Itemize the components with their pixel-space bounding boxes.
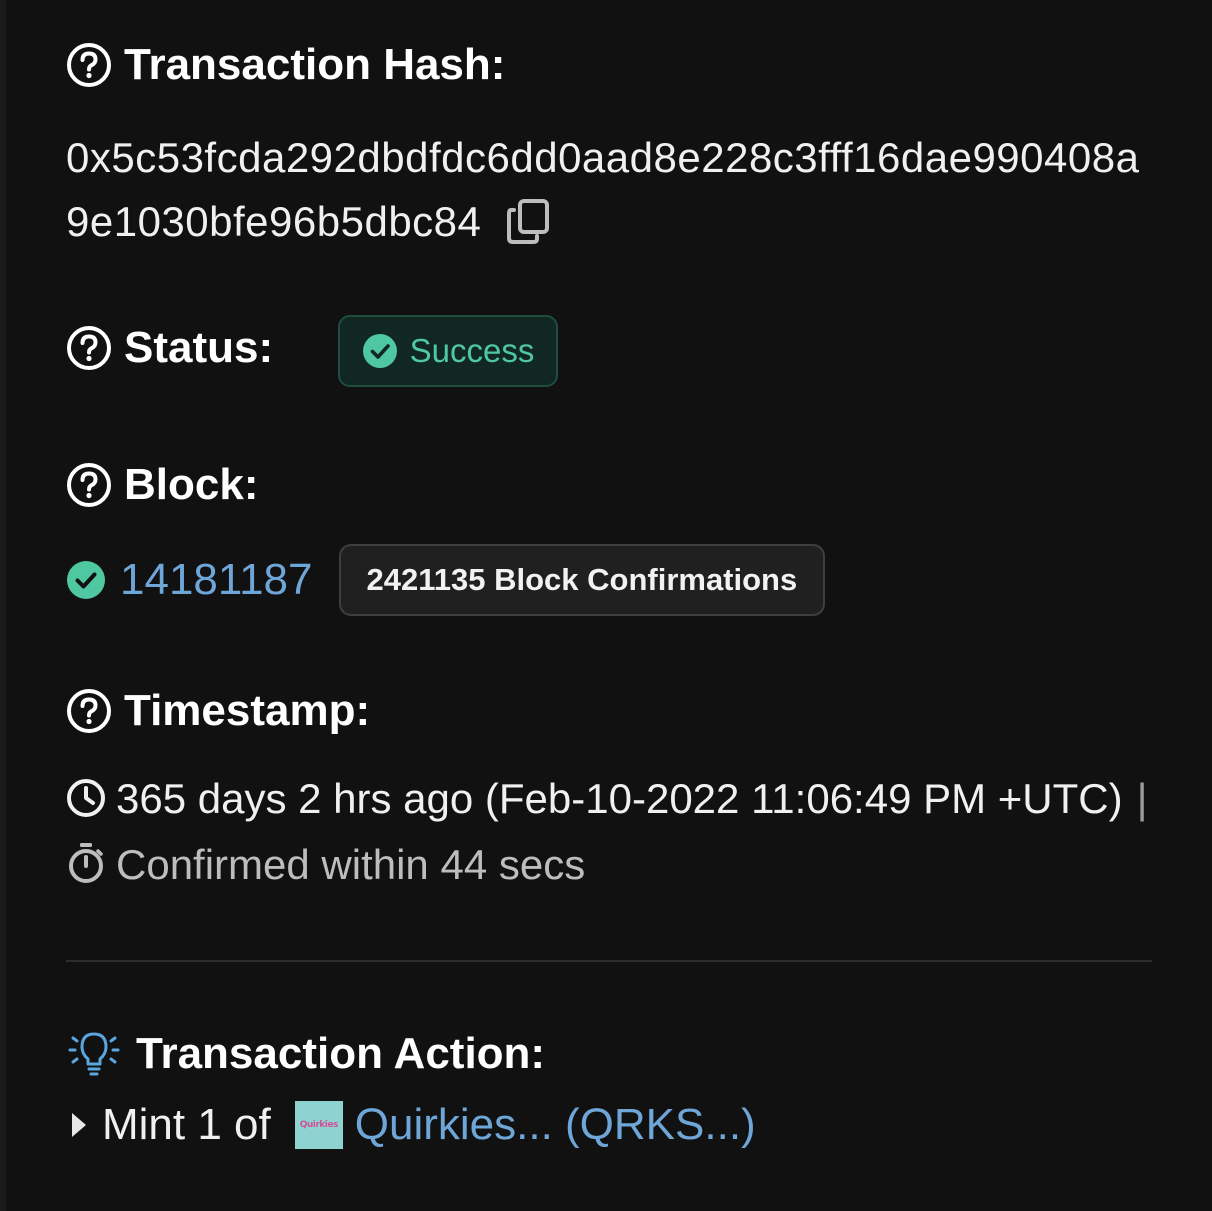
token-logo-text: Quirkies xyxy=(299,1120,339,1130)
block-row: 14181187 2421135 Block Confirmations xyxy=(66,543,826,617)
question-circle-icon[interactable] xyxy=(66,325,112,371)
timestamp-value: 365 days 2 hrs ago (Feb-10-2022 11:06:49… xyxy=(66,766,1166,898)
transaction-hash-label: Transaction Hash: xyxy=(124,40,506,89)
caret-right-icon[interactable] xyxy=(72,1113,86,1137)
status-label: Status: xyxy=(124,323,274,372)
status-heading: Status: xyxy=(66,323,273,373)
copy-icon[interactable] xyxy=(505,197,553,245)
timestamp-separator: | xyxy=(1136,775,1148,822)
transaction-action-heading: Transaction Action: xyxy=(66,1026,545,1082)
timestamp-age-text: 365 days 2 hrs ago (Feb-10-2022 11:06:49… xyxy=(116,775,1123,822)
block-heading: Block: xyxy=(66,460,258,510)
timestamp-heading: Timestamp: xyxy=(66,686,370,736)
token-link[interactable]: Quirkies... (QRKS...) xyxy=(355,1100,756,1150)
timestamp-confirmed-text: Confirmed within 44 secs xyxy=(116,841,586,888)
check-circle-icon xyxy=(67,561,105,599)
mint-text: Mint 1 of xyxy=(102,1100,271,1149)
block-number-link[interactable]: 14181187 xyxy=(120,555,313,605)
check-circle-icon xyxy=(362,334,397,368)
section-divider xyxy=(66,960,1152,962)
question-circle-icon[interactable] xyxy=(66,688,112,734)
transaction-hash-heading: Transaction Hash: xyxy=(66,40,505,90)
transaction-hash-value: 0x5c53fcda292dbdfdc6dd0aad8e228c3fff16da… xyxy=(66,126,1156,254)
token-logo: Quirkies xyxy=(294,1101,343,1149)
timestamp-label: Timestamp: xyxy=(124,686,371,735)
status-badge: Success xyxy=(338,315,558,387)
lightbulb-icon xyxy=(68,1032,120,1076)
block-label: Block: xyxy=(124,460,259,509)
frame-edge xyxy=(0,0,6,1211)
transaction-action-row: Mint 1 of Quirkies Quirkies... (QRKS...) xyxy=(66,1100,756,1150)
clock-icon xyxy=(67,778,105,817)
question-circle-icon[interactable] xyxy=(66,462,112,508)
status-badge-text: Success xyxy=(409,332,535,369)
transaction-action-label: Transaction Action: xyxy=(136,1029,546,1078)
transaction-hash-text: 0x5c53fcda292dbdfdc6dd0aad8e228c3fff16da… xyxy=(66,134,1140,245)
question-circle-icon[interactable] xyxy=(66,42,112,88)
stopwatch-icon xyxy=(69,842,103,883)
block-confirmations-badge: 2421135 Block Confirmations xyxy=(338,544,826,616)
